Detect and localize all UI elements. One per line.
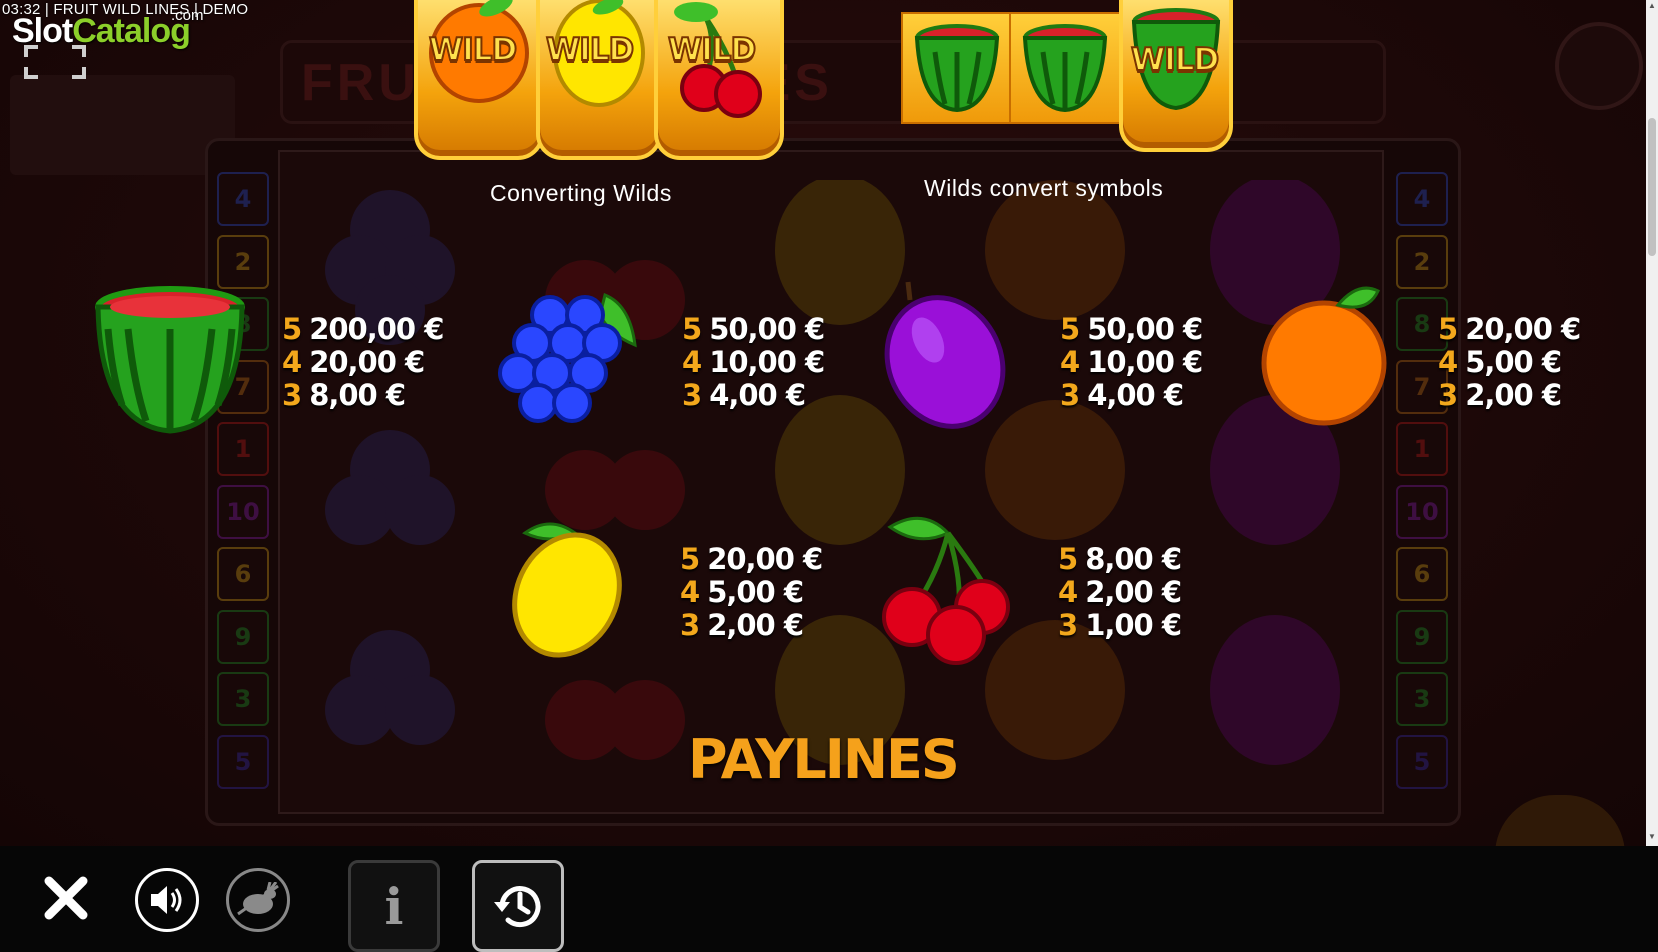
- paylines-heading: PAYLINES: [688, 728, 960, 791]
- ghost-reel-lemons: [775, 180, 905, 765]
- rabbit-icon: [237, 882, 279, 916]
- ghost-reel-plums: [1210, 180, 1340, 765]
- payline-number-badge: 9: [1396, 609, 1448, 664]
- wild-label: WILD: [667, 31, 757, 69]
- payline-number-badge: 3: [217, 672, 269, 726]
- wilds-convert-caption: Wilds convert symbols: [924, 175, 1164, 201]
- scroll-up-arrow-icon[interactable]: ▲: [1648, 1, 1656, 10]
- grapes-icon: [498, 292, 637, 423]
- payline-number-badge: 6: [217, 547, 269, 601]
- wild-label: WILD: [428, 31, 518, 69]
- menu-button-ghost: [1555, 22, 1643, 110]
- scrollbar[interactable]: ▲ ▼: [1646, 0, 1658, 846]
- watermelon-icon: [1022, 24, 1108, 113]
- payline-number-badge: 5: [217, 734, 269, 789]
- ghost-reel-oranges: [985, 180, 1125, 760]
- ghost-reel-grapes: [325, 190, 455, 745]
- close-button[interactable]: [36, 868, 96, 928]
- scroll-thumb[interactable]: [1648, 118, 1656, 256]
- turbo-button[interactable]: [226, 868, 290, 932]
- fullscreen-icon[interactable]: [24, 45, 86, 79]
- paytable-lemon: 5 20,00 € 4 5,00 € 3 2,00 €: [680, 542, 823, 642]
- payline-number-badge: 10: [1396, 484, 1448, 539]
- wild-label: WILD: [545, 31, 635, 69]
- speaker-icon: [151, 886, 182, 914]
- wild-reel-cherry: WILD: [654, 0, 784, 160]
- paytable-watermelon: 5 200,00 € 4 20,00 € 3 8,00 €: [282, 312, 444, 412]
- watermelon-tile: [901, 12, 1013, 124]
- payline-number-badge: 2: [1396, 234, 1448, 289]
- wild-reel-orange: WILD: [414, 0, 544, 160]
- payline-number-badge: 5: [1396, 734, 1448, 789]
- history-clock-icon: [494, 886, 541, 928]
- payline-number-badge: 6: [1396, 547, 1448, 601]
- payline-number-badge: 3: [1396, 672, 1448, 726]
- paytable-grapes: 5 50,00 € 4 10,00 € 3 4,00 €: [682, 312, 825, 412]
- payline-number-badge: 9: [217, 609, 269, 664]
- wild-reel-lemon: WILD: [536, 0, 662, 160]
- watermelon-icon: [914, 24, 1000, 113]
- close-icon: [44, 876, 88, 920]
- payline-number-badge: 10: [217, 484, 269, 539]
- payline-number-badge: 4: [1396, 172, 1448, 226]
- scroll-down-arrow-icon[interactable]: ▼: [1648, 832, 1656, 841]
- lemon-icon: [512, 522, 622, 658]
- cherry-icon: [882, 516, 1010, 665]
- bottom-toolbar: i: [0, 846, 1658, 952]
- sound-button[interactable]: [135, 868, 199, 932]
- converting-wilds-caption: Converting Wilds: [490, 180, 672, 206]
- wild-reel-watermelon: WILD: [1119, 0, 1233, 152]
- info-button[interactable]: i: [348, 860, 440, 952]
- paytable-cherry: 5 8,00 € 4 2,00 € 3 1,00 €: [1058, 542, 1182, 642]
- payline-number-badge: 1: [1396, 422, 1448, 476]
- watermelon-tile: [1009, 12, 1121, 124]
- payline-number-badge: 2: [217, 234, 269, 289]
- info-icon: i: [384, 876, 404, 936]
- jackpot-badge-ghost: [10, 75, 235, 175]
- wild-label: WILD: [1130, 41, 1220, 79]
- payline-number-badge: 4: [217, 172, 269, 226]
- orange-icon: [1261, 286, 1387, 426]
- paytable-orange: 5 20,00 € 4 5,00 € 3 2,00 €: [1438, 312, 1581, 412]
- watermelon-icon: [95, 286, 245, 434]
- plum-icon: [884, 281, 1006, 429]
- history-button[interactable]: [472, 860, 564, 952]
- paytable-plum: 5 50,00 € 4 10,00 € 3 4,00 €: [1060, 312, 1203, 412]
